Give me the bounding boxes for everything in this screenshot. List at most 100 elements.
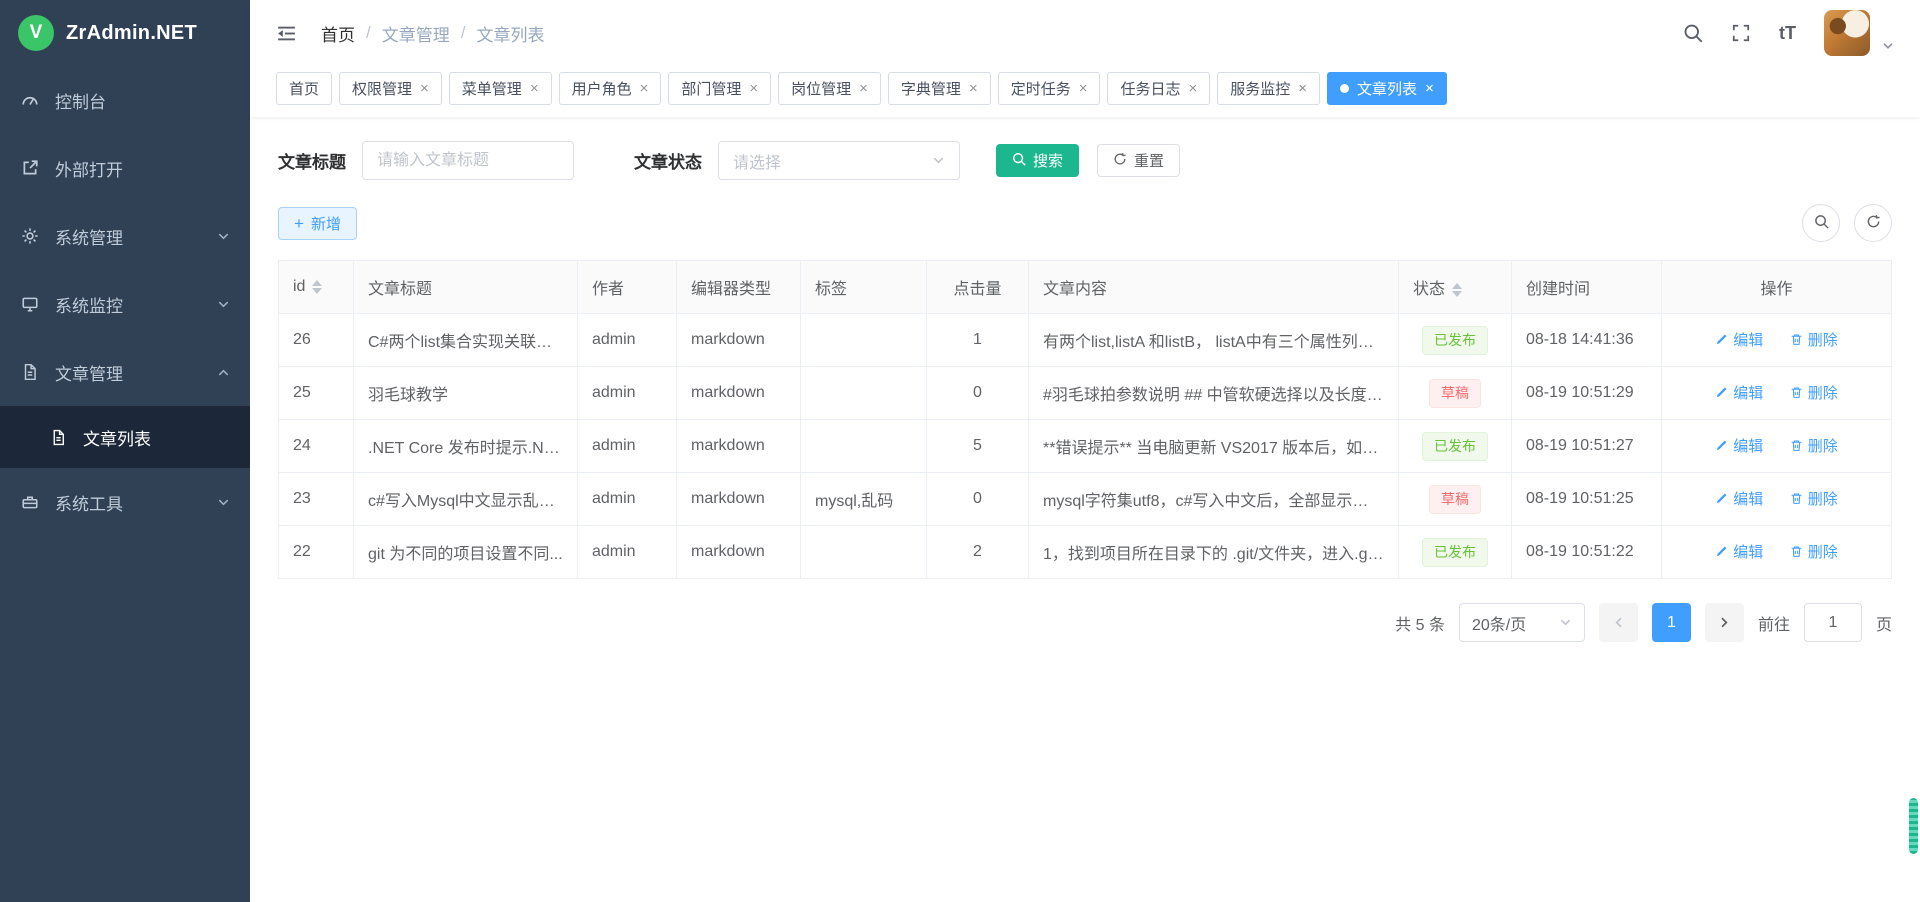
tab-task-logs[interactable]: 任务日志 × <box>1107 72 1210 105</box>
tab-home[interactable]: 首页 <box>276 72 332 105</box>
sidebar-item-external-open[interactable]: 外部打开 <box>0 134 250 202</box>
edit-button[interactable]: 编辑 <box>1715 435 1763 456</box>
page-number-1[interactable]: 1 <box>1652 603 1691 642</box>
tab-service-monitor[interactable]: 服务监控 × <box>1217 72 1320 105</box>
pencil-icon <box>1715 386 1728 399</box>
sort-icon[interactable] <box>312 280 322 294</box>
cell-id: 22 <box>279 526 354 579</box>
delete-button[interactable]: 删除 <box>1790 541 1838 562</box>
close-icon[interactable]: × <box>640 81 649 96</box>
goto-label: 前往 <box>1758 611 1790 635</box>
tab-dict-management[interactable]: 字典管理 × <box>888 72 991 105</box>
close-icon[interactable]: × <box>859 81 868 96</box>
edit-button[interactable]: 编辑 <box>1715 488 1763 509</box>
pencil-icon <box>1715 545 1728 558</box>
font-size-control[interactable]: tT <box>1779 23 1796 44</box>
dashboard-icon <box>20 90 40 110</box>
tab-menu-management[interactable]: 菜单管理 × <box>449 72 552 105</box>
edit-button[interactable]: 编辑 <box>1715 382 1763 403</box>
tab-department-management[interactable]: 部门管理 × <box>668 72 771 105</box>
sidebar-item-system-management[interactable]: 系统管理 <box>0 202 250 270</box>
articles-table: id 文章标题 作者 编辑器类型 标签 点击量 文章内容 状态 创建时间 操作 <box>278 260 1892 579</box>
edit-button[interactable]: 编辑 <box>1715 329 1763 350</box>
tab-label: 任务日志 <box>1120 78 1180 99</box>
article-title-label: 文章标题 <box>278 148 346 173</box>
sidebar-item-label: 文章列表 <box>83 425 151 450</box>
cell-created: 08-19 10:51:25 <box>1512 473 1662 526</box>
column-header-status[interactable]: 状态 <box>1399 261 1512 314</box>
sidebar-item-label: 文章管理 <box>55 360 123 385</box>
chevron-down-icon <box>932 154 945 167</box>
close-icon[interactable]: × <box>749 81 758 96</box>
edit-button[interactable]: 编辑 <box>1715 541 1763 562</box>
sidebar-item-label: 外部打开 <box>55 156 123 181</box>
column-header-tags: 标签 <box>801 261 927 314</box>
delete-button[interactable]: 删除 <box>1790 435 1838 456</box>
delete-button[interactable]: 删除 <box>1790 488 1838 509</box>
search-icon[interactable] <box>1683 23 1703 43</box>
article-status-select[interactable]: 请选择 <box>718 141 960 180</box>
next-page-button[interactable] <box>1705 603 1744 642</box>
tab-post-management[interactable]: 岗位管理 × <box>778 72 881 105</box>
sidebar-item-system-tools[interactable]: 系统工具 <box>0 468 250 536</box>
cell-created: 08-19 10:51:22 <box>1512 526 1662 579</box>
cell-tags <box>801 367 927 420</box>
tabs-bar: 首页 权限管理 × 菜单管理 × 用户角色 × 部门管理 × <box>250 66 1920 117</box>
tab-label: 权限管理 <box>352 78 412 99</box>
refresh-table-button[interactable] <box>1854 204 1892 242</box>
tab-scheduled-tasks[interactable]: 定时任务 × <box>998 72 1101 105</box>
sidebar-item-article-list[interactable]: 文章列表 <box>0 406 250 468</box>
prev-page-button[interactable] <box>1599 603 1638 642</box>
sidebar-submenu-article: 文章列表 <box>0 406 250 468</box>
toggle-search-button[interactable] <box>1802 204 1840 242</box>
reset-button[interactable]: 重置 <box>1097 144 1180 177</box>
document-icon <box>20 362 40 382</box>
avatar[interactable] <box>1824 10 1870 56</box>
article-title-input[interactable] <box>362 141 574 180</box>
trash-icon <box>1790 492 1803 505</box>
close-icon[interactable]: × <box>1298 81 1307 96</box>
sort-icon[interactable] <box>1452 283 1462 297</box>
search-button[interactable]: 搜索 <box>996 144 1079 177</box>
cell-editor: markdown <box>677 367 801 420</box>
sidebar-item-label: 控制台 <box>55 88 106 113</box>
tab-user-role[interactable]: 用户角色 × <box>559 72 662 105</box>
close-icon[interactable]: × <box>530 81 539 96</box>
cell-clicks: 0 <box>927 367 1029 420</box>
delete-button[interactable]: 删除 <box>1790 382 1838 403</box>
delete-button[interactable]: 删除 <box>1790 329 1838 350</box>
goto-unit-label: 页 <box>1876 611 1892 635</box>
close-icon[interactable]: × <box>420 81 429 96</box>
tab-article-list[interactable]: 文章列表 × <box>1327 72 1447 105</box>
sidebar-item-dashboard[interactable]: 控制台 <box>0 66 250 134</box>
cell-author: admin <box>578 367 677 420</box>
breadcrumb-article-management[interactable]: 文章管理 <box>382 21 450 46</box>
cell-id: 23 <box>279 473 354 526</box>
select-placeholder: 请选择 <box>733 149 781 173</box>
topbar-actions: tT <box>1683 10 1894 56</box>
close-icon[interactable]: × <box>1079 81 1088 96</box>
page-scrollbar-thumb[interactable] <box>1909 798 1918 854</box>
breadcrumb-home[interactable]: 首页 <box>321 21 355 46</box>
sidebar-item-label: 系统监控 <box>55 292 123 317</box>
chevron-down-icon[interactable] <box>1882 40 1894 56</box>
table-row: 26 C#两个list集合实现关联，... admin markdown 1 有… <box>279 314 1892 367</box>
chevron-down-icon <box>217 496 230 509</box>
pencil-icon <box>1715 492 1728 505</box>
page-size-select[interactable]: 20条/页 <box>1459 603 1585 642</box>
close-icon[interactable]: × <box>969 81 978 96</box>
close-icon[interactable]: × <box>1189 81 1198 96</box>
tab-permission-management[interactable]: 权限管理 × <box>339 72 442 105</box>
tab-label: 菜单管理 <box>462 78 522 99</box>
fullscreen-icon[interactable] <box>1731 23 1751 43</box>
add-button[interactable]: + 新增 <box>278 207 357 240</box>
sidebar-item-system-monitor[interactable]: 系统监控 <box>0 270 250 338</box>
sidebar-item-article-management[interactable]: 文章管理 <box>0 338 250 406</box>
close-icon[interactable]: × <box>1425 81 1434 96</box>
goto-page-input[interactable] <box>1804 603 1862 642</box>
sidebar-fold-icon[interactable] <box>276 23 297 44</box>
app-root: V ZrAdmin.NET 控制台 外部打开 系统管理 <box>0 0 1920 902</box>
tab-label: 用户角色 <box>572 78 632 99</box>
column-header-id[interactable]: id <box>279 261 354 314</box>
tab-label: 文章列表 <box>1357 78 1417 99</box>
